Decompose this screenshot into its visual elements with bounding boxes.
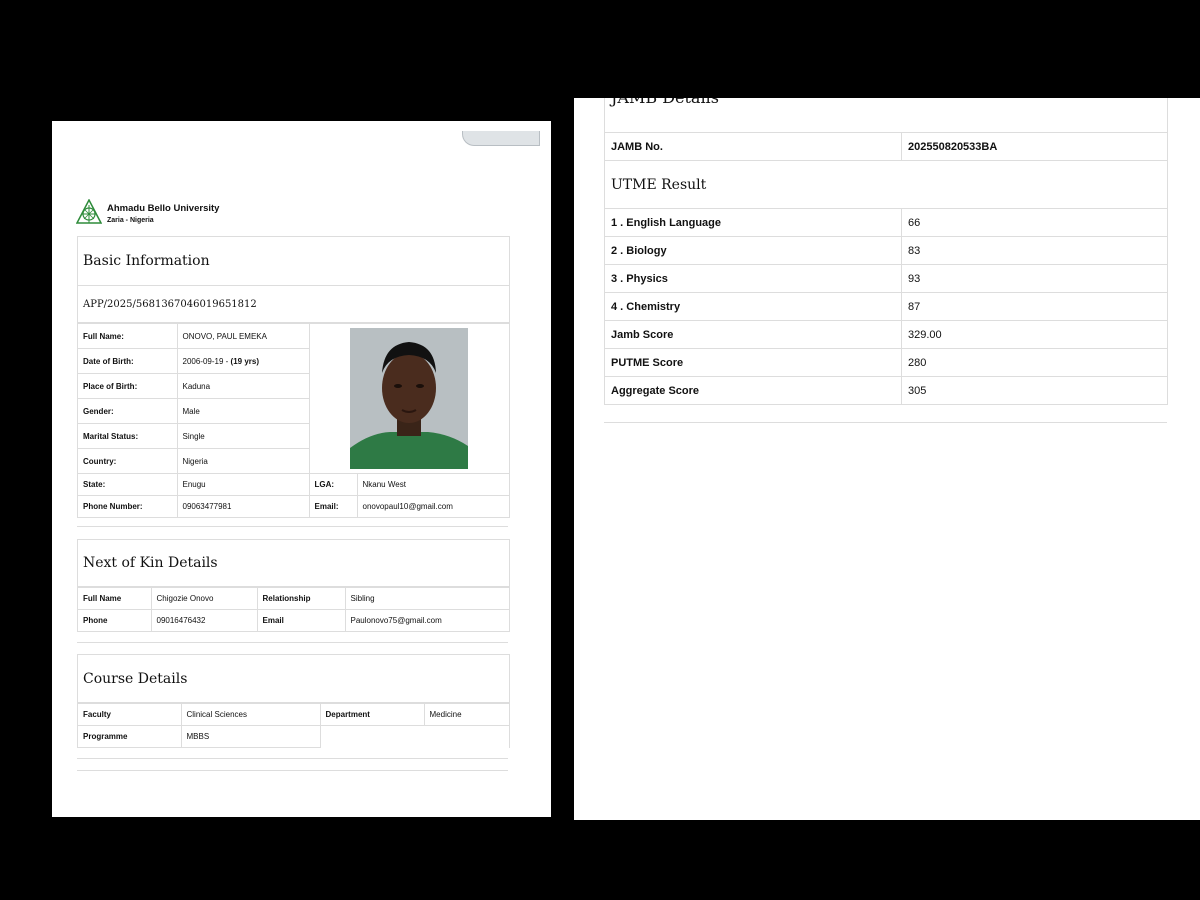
gender-label: Gender: [78, 398, 178, 424]
dob-value: 2006-09-19 - (19 yrs) [176, 348, 309, 374]
kin-email-value: Paulonovo75@gmail.com [344, 609, 509, 632]
left-document-page: Ahmadu Bello University Zaria - Nigeria … [52, 121, 551, 817]
marital-status-label: Marital Status: [78, 423, 178, 449]
country-label: Country: [78, 448, 178, 474]
phone-number-label: Phone Number: [78, 495, 178, 518]
empty-cell [320, 725, 424, 748]
next-of-kin-table: Full Name Chigozie Onovo Relationship Si… [78, 587, 509, 632]
subject-label: 4 . Chemistry [605, 292, 902, 321]
table-row: PUTME Score 280 [605, 348, 1167, 377]
email-value: onovopaul10@gmail.com [356, 495, 509, 518]
department-value: Medicine [423, 703, 509, 726]
subject-score: 83 [901, 236, 1167, 265]
course-details-section: Course Details Faculty Clinical Sciences… [77, 654, 510, 748]
divider [77, 758, 508, 759]
putme-score-value: 280 [901, 348, 1167, 377]
utme-result-table: 1 . English Language 66 2 . Biology 83 3… [605, 209, 1167, 405]
jamb-score-label: Jamb Score [605, 320, 902, 349]
kin-phone-label: Phone [78, 609, 152, 632]
faculty-label: Faculty [78, 703, 182, 726]
dob-date: 2006-09-19 - [182, 356, 231, 366]
gender-value: Male [176, 398, 309, 424]
lga-label: LGA: [308, 473, 358, 496]
aggregate-score-label: Aggregate Score [605, 376, 902, 405]
pob-label: Place of Birth: [78, 373, 178, 399]
photo-cell [308, 323, 509, 474]
subject-label: 1 . English Language [605, 209, 902, 237]
kin-relationship-value: Sibling [344, 587, 509, 610]
kin-phone-value: 09016476432 [150, 609, 258, 632]
top-tab-button[interactable] [462, 131, 540, 146]
basic-info-table: Full Name: ONOVO, PAUL EMEKA Date of Bir… [78, 323, 509, 518]
jamb-details-title: JAMB Details [605, 98, 1167, 133]
course-details-title: Course Details [78, 655, 509, 703]
kin-name-value: Chigozie Onovo [150, 587, 258, 610]
marital-status-value: Single [176, 423, 309, 449]
divider [77, 642, 508, 643]
table-row: Aggregate Score 305 [605, 376, 1167, 405]
state-label: State: [78, 473, 178, 496]
course-details-table: Faculty Clinical Sciences Department Med… [78, 703, 509, 748]
programme-value: MBBS [180, 725, 321, 748]
university-location: Zaria - Nigeria [107, 217, 154, 224]
university-name: Ahmadu Bello University [107, 203, 220, 214]
next-of-kin-section: Next of Kin Details Full Name Chigozie O… [77, 539, 510, 632]
phone-number-value: 09063477981 [176, 495, 310, 518]
dob-age: (19 yrs) [230, 356, 259, 366]
jamb-no-label: JAMB No. [605, 133, 902, 161]
dob-label: Date of Birth: [78, 348, 178, 374]
right-document-page: JAMB Details JAMB No. 202550820533BA UTM… [574, 98, 1200, 820]
department-label: Department [319, 703, 425, 726]
aggregate-score-value: 305 [901, 376, 1167, 405]
full-name-value: ONOVO, PAUL EMEKA [176, 323, 310, 349]
applicant-photo [350, 328, 469, 469]
divider [77, 770, 508, 771]
lga-value: Nkanu West [356, 473, 509, 496]
email-label: Email: [308, 495, 358, 518]
kin-relationship-label: Relationship [256, 587, 346, 610]
subject-label: 2 . Biology [605, 236, 902, 265]
utme-result-title: UTME Result [605, 161, 1167, 209]
jamb-details-section: JAMB Details JAMB No. 202550820533BA UTM… [604, 98, 1168, 405]
basic-information-section: Basic Information APP/2025/5681367046019… [77, 236, 510, 518]
subject-label: 3 . Physics [605, 264, 902, 293]
faculty-value: Clinical Sciences [180, 703, 321, 726]
pob-value: Kaduna [176, 373, 309, 399]
application-number: APP/2025/5681367046019651812 [78, 286, 509, 323]
empty-cell [424, 725, 509, 748]
jamb-score-value: 329.00 [901, 320, 1167, 349]
jamb-number-table: JAMB No. 202550820533BA [605, 133, 1167, 161]
subject-score: 66 [901, 209, 1167, 237]
divider [604, 422, 1167, 423]
kin-name-label: Full Name [78, 587, 152, 610]
jamb-details-title-text: JAMB Details [611, 98, 719, 107]
programme-label: Programme [78, 725, 182, 748]
table-row: 1 . English Language 66 [605, 209, 1167, 237]
basic-information-title: Basic Information [78, 237, 509, 286]
state-value: Enugu [176, 473, 310, 496]
kin-email-label: Email [256, 609, 346, 632]
university-logo-icon [76, 199, 102, 224]
full-name-label: Full Name: [78, 323, 178, 349]
subject-score: 87 [901, 292, 1167, 321]
jamb-no-value: 202550820533BA [901, 133, 1167, 161]
table-row: 3 . Physics 93 [605, 264, 1167, 293]
subject-score: 93 [901, 264, 1167, 293]
table-row: 4 . Chemistry 87 [605, 292, 1167, 321]
divider [77, 526, 508, 527]
table-row: Jamb Score 329.00 [605, 320, 1167, 349]
country-value: Nigeria [176, 448, 309, 474]
next-of-kin-title: Next of Kin Details [78, 540, 509, 587]
putme-score-label: PUTME Score [605, 348, 902, 377]
table-row: 2 . Biology 83 [605, 236, 1167, 265]
